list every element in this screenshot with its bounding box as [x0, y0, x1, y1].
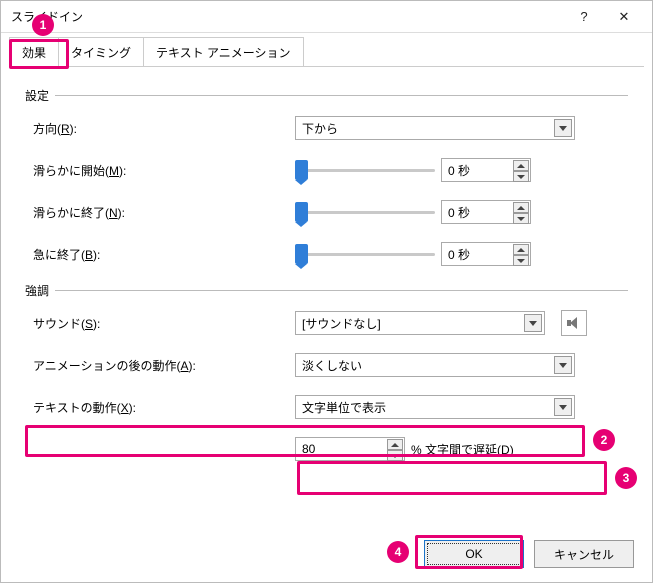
row-text-anim: テキストの動作(X): 文字単位で表示 — [25, 393, 628, 421]
smooth-start-slider[interactable] — [295, 160, 435, 180]
group-divider — [55, 290, 628, 291]
text-anim-select[interactable]: 文字単位で表示 — [295, 395, 575, 419]
direction-label: 方向(R): — [25, 120, 295, 137]
titlebar: スライドイン ? ✕ — [1, 1, 652, 33]
spin-down[interactable] — [513, 213, 529, 224]
direction-select[interactable]: 下から — [295, 116, 575, 140]
help-button[interactable]: ? — [564, 3, 604, 31]
group-label-settings: 設定 — [25, 87, 628, 104]
window-title: スライドイン — [11, 8, 564, 25]
tab-text-animation[interactable]: テキスト アニメーション — [143, 37, 304, 67]
spin-up[interactable] — [387, 439, 403, 450]
row-direction: 方向(R): 下から — [25, 114, 628, 142]
text-anim-label: テキストの動作(X): — [25, 399, 295, 416]
chevron-down-icon — [554, 398, 572, 416]
group-label-text: 設定 — [25, 87, 49, 104]
spin-value: 0 秒 — [448, 162, 470, 179]
group-label-text: 強調 — [25, 282, 49, 299]
button-label: キャンセル — [554, 546, 614, 563]
tab-row: 効果 タイミング テキスト アニメーション — [1, 33, 652, 67]
tab-effect[interactable]: 効果 — [9, 37, 59, 67]
tab-label: テキスト アニメーション — [156, 46, 291, 60]
cancel-button[interactable]: キャンセル — [534, 540, 634, 568]
select-value: 文字単位で表示 — [302, 399, 386, 416]
row-sound: サウンド(S): [サウンドなし] — [25, 309, 628, 337]
speaker-icon — [567, 316, 581, 330]
badge-3: 3 — [615, 467, 637, 489]
ok-button[interactable]: OK — [424, 540, 524, 568]
select-value: 淡くしない — [302, 357, 362, 374]
button-label: OK — [465, 547, 482, 561]
tab-timing[interactable]: タイミング — [58, 37, 144, 67]
row-after-anim: アニメーションの後の動作(A): 淡くしない — [25, 351, 628, 379]
slider-track — [295, 211, 435, 214]
slider-track — [295, 253, 435, 256]
bounce-end-label: 急に終了(B): — [25, 246, 295, 263]
select-value: 下から — [302, 120, 338, 137]
badge-2: 2 — [593, 429, 615, 451]
spin-up[interactable] — [513, 202, 529, 213]
spin-buttons — [387, 439, 403, 461]
sound-select[interactable]: [サウンドなし] — [295, 311, 545, 335]
chevron-down-icon — [554, 356, 572, 374]
smooth-end-spin[interactable]: 0 秒 — [441, 200, 531, 224]
sound-play-button[interactable] — [561, 310, 587, 336]
sound-label: サウンド(S): — [25, 315, 295, 332]
group-label-emphasis: 強調 — [25, 282, 628, 299]
smooth-end-label: 滑らかに終了(N): — [25, 204, 295, 221]
after-anim-select[interactable]: 淡くしない — [295, 353, 575, 377]
help-icon: ? — [580, 9, 587, 24]
row-delay: 80 % 文字間で遅延(D) — [25, 435, 628, 463]
tab-underline — [9, 66, 644, 67]
row-smooth-end: 滑らかに終了(N): 0 秒 — [25, 198, 628, 226]
dialog-footer: OK キャンセル — [424, 540, 634, 568]
slider-thumb[interactable] — [295, 244, 308, 264]
select-value: [サウンドなし] — [302, 315, 381, 332]
spin-down[interactable] — [513, 171, 529, 182]
spin-buttons — [513, 160, 529, 182]
smooth-start-label: 滑らかに開始(M): — [25, 162, 295, 179]
badge-4: 4 — [387, 541, 409, 563]
row-smooth-start: 滑らかに開始(M): 0 秒 — [25, 156, 628, 184]
tab-label: 効果 — [22, 46, 46, 60]
group-divider — [55, 95, 628, 96]
spin-up[interactable] — [513, 244, 529, 255]
dialog-content: 設定 方向(R): 下から 滑らかに開始(M): 0 秒 — [1, 67, 652, 487]
spin-down[interactable] — [513, 255, 529, 266]
close-icon: ✕ — [619, 9, 630, 25]
close-button[interactable]: ✕ — [604, 3, 644, 31]
bounce-end-slider[interactable] — [295, 244, 435, 264]
slider-thumb[interactable] — [295, 160, 308, 180]
smooth-end-slider[interactable] — [295, 202, 435, 222]
bounce-end-spin[interactable]: 0 秒 — [441, 242, 531, 266]
delay-suffix: % 文字間で遅延(D) — [411, 441, 514, 458]
spin-value: 80 — [302, 442, 315, 456]
tab-label: タイミング — [71, 46, 131, 60]
smooth-start-spin[interactable]: 0 秒 — [441, 158, 531, 182]
row-bounce-end: 急に終了(B): 0 秒 — [25, 240, 628, 268]
spin-value: 0 秒 — [448, 204, 470, 221]
spin-up[interactable] — [513, 160, 529, 171]
spin-down[interactable] — [387, 450, 403, 461]
spin-buttons — [513, 244, 529, 266]
slider-thumb[interactable] — [295, 202, 308, 222]
badge-1: 1 — [32, 14, 54, 36]
spin-value: 0 秒 — [448, 246, 470, 263]
delay-spin[interactable]: 80 — [295, 437, 405, 461]
chevron-down-icon — [554, 119, 572, 137]
slider-track — [295, 169, 435, 172]
chevron-down-icon — [524, 314, 542, 332]
spin-buttons — [513, 202, 529, 224]
after-anim-label: アニメーションの後の動作(A): — [25, 357, 295, 374]
